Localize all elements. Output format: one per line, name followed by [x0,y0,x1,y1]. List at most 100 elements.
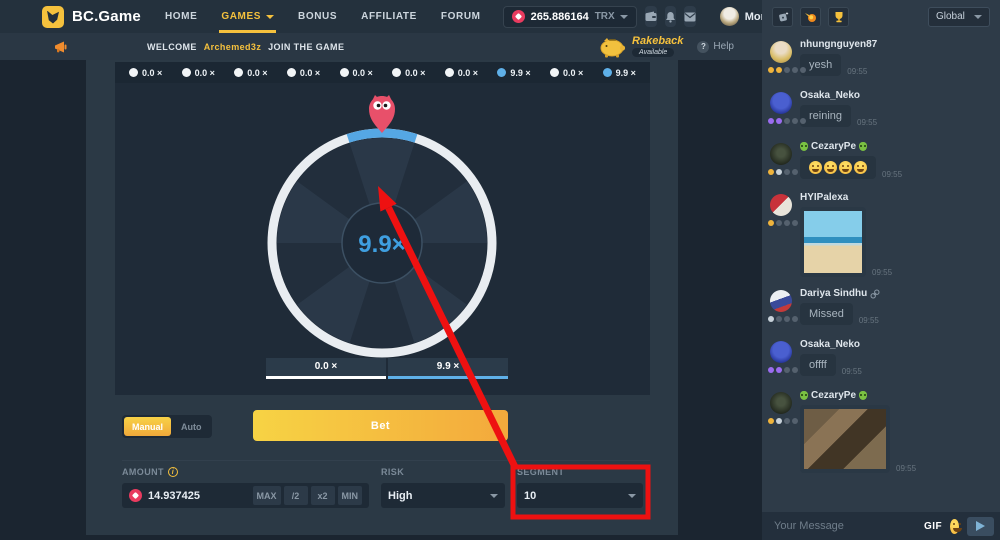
nav-games[interactable]: GAMES [219,0,276,33]
result-dot-icon [392,68,401,77]
chat-username[interactable]: HYIPalexa [800,192,992,203]
chat-header: Global [762,0,1000,33]
notifications-button[interactable] [665,6,676,27]
alien-icon [859,142,867,151]
history-chip[interactable]: 0.0 × [392,68,425,78]
nav-bonus[interactable]: BONUS [296,0,339,33]
chat-username[interactable]: CezaryPe [800,141,992,152]
history-chip[interactable]: 9.9 × [603,68,636,78]
player-name[interactable]: Archemed3z [204,42,262,52]
max-button[interactable]: MAX [253,486,281,505]
chat-message-input[interactable] [774,520,916,532]
chevron-down-icon [620,15,628,19]
history-chip[interactable]: 0.0 × [550,68,583,78]
avatar[interactable] [770,92,792,114]
history-chip[interactable]: 0.0 × [182,68,215,78]
history-chip[interactable]: 0.0 × [234,68,267,78]
risk-select[interactable]: High [381,483,505,508]
segment-control: SEGMENT 10 [517,466,643,508]
laughing-emoji-icon [839,161,852,174]
gif-button[interactable]: GIF [924,521,942,532]
risk-control: RISK High [381,466,505,508]
result-dot-icon [287,68,296,77]
chat-username[interactable]: nhungnguyen87 [800,39,992,50]
manual-mode-button[interactable]: Manual [124,417,171,436]
badge-row [768,169,798,175]
brand-logo-icon[interactable] [42,6,64,28]
chevron-down-icon [974,15,982,19]
amount-quick-buttons: MAX /2 x2 MIN [253,486,363,505]
bc-game-wheel-page: BC.Game HOME GAMES BONUS AFFILIATE FORUM… [0,0,1000,540]
history-chip[interactable]: 0.0 × [445,68,478,78]
avatar[interactable] [770,341,792,363]
wallet-button[interactable] [645,6,657,27]
send-icon [976,521,985,531]
nav-home[interactable]: HOME [163,0,199,33]
chat-bubble: reining [800,105,851,127]
send-button[interactable] [967,517,994,536]
segment-label: SEGMENT [517,466,643,478]
rakeback-subtitle: Available [632,48,674,57]
chat-image-beach[interactable] [800,207,866,277]
divider [122,460,650,461]
nav-forum[interactable]: FORUM [439,0,483,33]
double-button[interactable]: x2 [311,486,335,505]
contest-button[interactable] [828,7,849,27]
timestamp: 09:55 [842,367,862,376]
chat-region-select[interactable]: Global [928,7,990,27]
history-chip[interactable]: 0.0 × [287,68,320,78]
fireball-icon [804,11,817,23]
avatar[interactable] [770,194,792,216]
history-chip[interactable]: 9.9 × [497,68,530,78]
chat-message: nhungnguyen87 yesh 09:55 [766,39,992,79]
avatar[interactable] [770,290,792,312]
owl-marker-icon [367,95,397,133]
history-chip[interactable]: 0.0 × [129,68,162,78]
chat-username[interactable]: Dariya Sindhu [800,288,992,299]
half-button[interactable]: /2 [284,486,308,505]
help-button[interactable]: ? Help [697,41,734,53]
result-bar-win[interactable]: 9.9 × [388,358,508,379]
messages-button[interactable] [684,6,696,27]
result-bar-lose[interactable]: 0.0 × [266,358,386,379]
result-dot-icon [497,68,506,77]
chat-username[interactable]: Osaka_Neko [800,90,992,101]
chat-messages[interactable]: nhungnguyen87 yesh 09:55 Osaka_Neko rein… [762,33,1000,512]
rakeback-widget[interactable]: Rakeback Available [598,36,683,58]
timestamp: 09:55 [857,118,877,127]
avatar[interactable] [770,143,792,165]
result-dot-icon [234,68,243,77]
chat-username[interactable]: CezaryPe [800,390,992,401]
avatar[interactable] [770,41,792,63]
chat-bubble [800,156,876,179]
bet-button[interactable]: Bet [253,410,508,441]
chat-image-cat[interactable] [800,405,890,473]
rakeback-title: Rakeback [632,36,683,47]
badge-row [768,118,806,124]
nav-affiliate[interactable]: AFFILIATE [359,0,419,33]
amount-input[interactable] [148,490,238,502]
result-dot-icon [182,68,191,77]
result-dot-icon [603,68,612,77]
info-icon[interactable] [168,467,178,477]
result-dot-icon [550,68,559,77]
chat-message: CezaryPe 09:55 [766,141,992,181]
wheel-game-panel: 0.0 × 0.0 × 0.0 × 0.0 × 0.0 × 0.0 × 0.0 … [86,60,678,535]
avatar[interactable] [770,392,792,414]
multiplier-history: 0.0 × 0.0 × 0.0 × 0.0 × 0.0 × 0.0 × 0.0 … [115,62,650,83]
chat-username[interactable]: Osaka_Neko [800,339,992,350]
brand-name[interactable]: BC.Game [72,8,141,25]
laughing-emoji-icon [824,161,837,174]
currency-selector[interactable]: TRX [595,11,628,22]
wheel: 9.9× [263,124,501,362]
segment-select[interactable]: 10 [517,483,643,508]
badge-row [768,220,798,226]
min-button[interactable]: MIN [338,486,363,505]
auto-mode-button[interactable]: Auto [173,417,210,436]
emoji-picker-button[interactable] [950,519,959,534]
bets-button[interactable] [772,7,793,27]
balance-pill[interactable]: 265.886164 TRX [503,6,637,28]
hot-games-button[interactable] [800,7,821,27]
rakeback-text: Rakeback Available [632,36,683,57]
history-chip[interactable]: 0.0 × [340,68,373,78]
